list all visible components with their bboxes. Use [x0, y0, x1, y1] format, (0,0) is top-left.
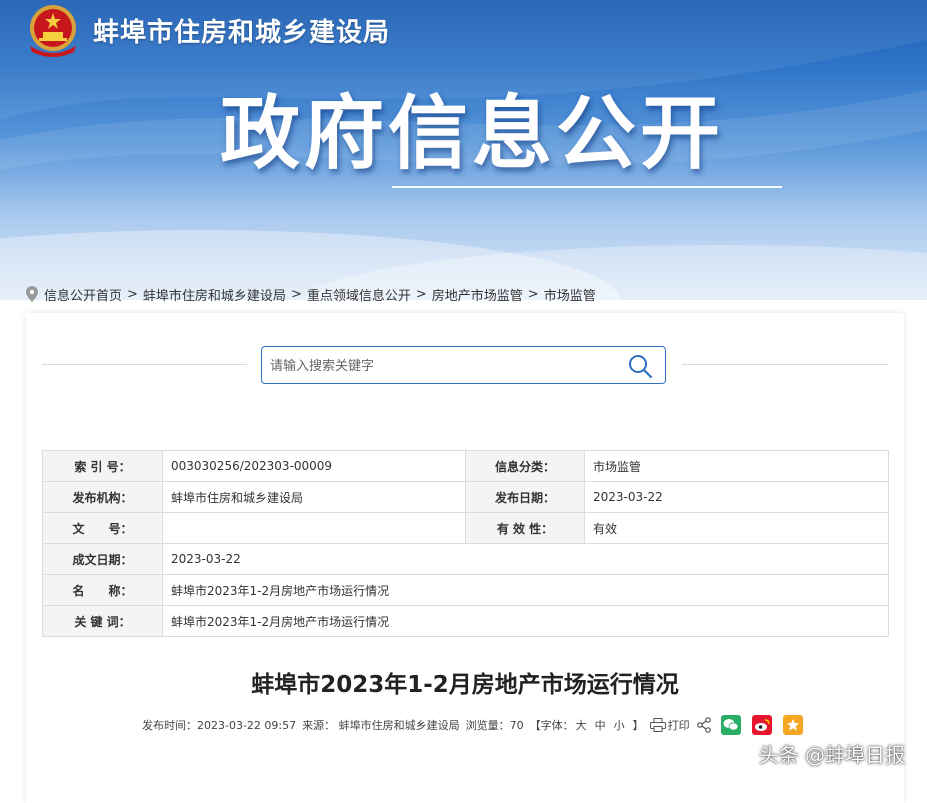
- print-label: 打印: [667, 719, 690, 732]
- index-number-value: 003030256/202303-00009: [162, 450, 466, 482]
- breadcrumb: 信息公开首页 > 蚌埠市住房和城乡建设局 > 重点领域信息公开 > 房地产市场监…: [26, 284, 596, 304]
- table-row: 关 键 词： 蚌埠市2023年1-2月房地产市场运行情况: [42, 605, 889, 637]
- breadcrumb-item-bureau[interactable]: 蚌埠市住房和城乡建设局: [143, 285, 286, 304]
- breadcrumb-item-market-supervision[interactable]: 市场监管: [544, 285, 596, 304]
- validity-value: 有效: [584, 512, 889, 544]
- watermark-label: 头条 @蚌埠日报: [758, 743, 905, 767]
- category-value: 市场监管: [584, 450, 889, 482]
- doc-name-value: 蚌埠市2023年1-2月房地产市场运行情况: [162, 574, 889, 606]
- site-title[interactable]: 蚌埠市住房和城乡建设局: [93, 12, 390, 49]
- written-date-value: 2023-03-22: [162, 543, 889, 575]
- publish-date-value: 2023-03-22: [584, 481, 889, 513]
- favorite-star-icon[interactable]: [782, 715, 803, 735]
- font-size-large-button[interactable]: 大: [576, 717, 587, 733]
- category-label: 信息分类：: [465, 450, 585, 482]
- info-metadata-table: 索 引 号： 003030256/202303-00009 信息分类： 市场监管…: [42, 450, 889, 637]
- font-size-small-button[interactable]: 小: [614, 717, 625, 733]
- banner-title: 政府信息公开: [220, 87, 724, 180]
- search-input[interactable]: [268, 353, 612, 379]
- index-number-label: 索 引 号：: [42, 450, 163, 482]
- document-number-value: [162, 512, 466, 544]
- print-button[interactable]: 打印: [649, 717, 690, 733]
- article-title: 蚌埠市2023年1-2月房地产市场运行情况: [251, 672, 679, 698]
- national-emblem-icon: [30, 5, 76, 57]
- breadcrumb-separator: >: [290, 286, 302, 302]
- publisher-label: 发布机构：: [42, 481, 163, 513]
- breadcrumb-item-real-estate[interactable]: 房地产市场监管: [432, 285, 523, 304]
- location-pin-icon: [26, 286, 38, 302]
- publish-time: 发布时间：2023-03-22 09:57: [142, 719, 297, 732]
- breadcrumb-separator: >: [127, 286, 138, 302]
- doc-name-label: 名 称：: [42, 574, 163, 606]
- search-icon[interactable]: [627, 353, 653, 379]
- breadcrumb-separator: >: [415, 286, 427, 302]
- breadcrumb-item-home[interactable]: 信息公开首页: [44, 285, 122, 304]
- font-size-medium-button[interactable]: 中: [595, 717, 606, 733]
- search-box: [261, 346, 666, 384]
- table-row: 文 号： 有 效 性： 有效: [42, 512, 889, 544]
- table-row: 索 引 号： 003030256/202303-00009 信息分类： 市场监管: [42, 450, 889, 482]
- header-banner: 蚌埠市住房和城乡建设局 政府信息公开: [0, 0, 927, 300]
- breadcrumb-item-key-areas[interactable]: 重点领域信息公开: [307, 285, 411, 304]
- banner-title-underline: [392, 186, 782, 188]
- validity-label: 有 效 性：: [465, 512, 585, 544]
- search-divider-right: [682, 364, 888, 365]
- publisher-value: 蚌埠市住房和城乡建设局: [162, 481, 466, 513]
- publish-date-label: 发布日期：: [465, 481, 585, 513]
- table-row: 名 称： 蚌埠市2023年1-2月房地产市场运行情况: [42, 574, 889, 606]
- document-number-label: 文 号：: [42, 512, 163, 544]
- view-count: 浏览量：70: [465, 719, 524, 732]
- font-size-prefix: 【字体：: [529, 719, 574, 732]
- printer-icon: [649, 718, 666, 732]
- weibo-share-icon[interactable]: [751, 715, 772, 735]
- keywords-label: 关 键 词：: [42, 605, 163, 637]
- article-source: 来源： 蚌埠市住房和城乡建设局: [302, 719, 460, 732]
- table-row: 发布机构： 蚌埠市住房和城乡建设局 发布日期： 2023-03-22: [42, 481, 889, 513]
- article-meta-bar: 发布时间：2023-03-22 09:57 来源： 蚌埠市住房和城乡建设局 浏览…: [142, 715, 809, 735]
- content-panel: 索 引 号： 003030256/202303-00009 信息分类： 市场监管…: [26, 313, 904, 803]
- share-icon[interactable]: [696, 717, 712, 733]
- search-divider-left: [42, 364, 247, 365]
- font-size-suffix: 】: [632, 719, 644, 732]
- table-row: 成文日期： 2023-03-22: [42, 543, 889, 575]
- breadcrumb-separator: >: [527, 286, 539, 302]
- keywords-value: 蚌埠市2023年1-2月房地产市场运行情况: [162, 605, 889, 637]
- wechat-share-icon[interactable]: [720, 715, 741, 735]
- written-date-label: 成文日期：: [42, 543, 163, 575]
